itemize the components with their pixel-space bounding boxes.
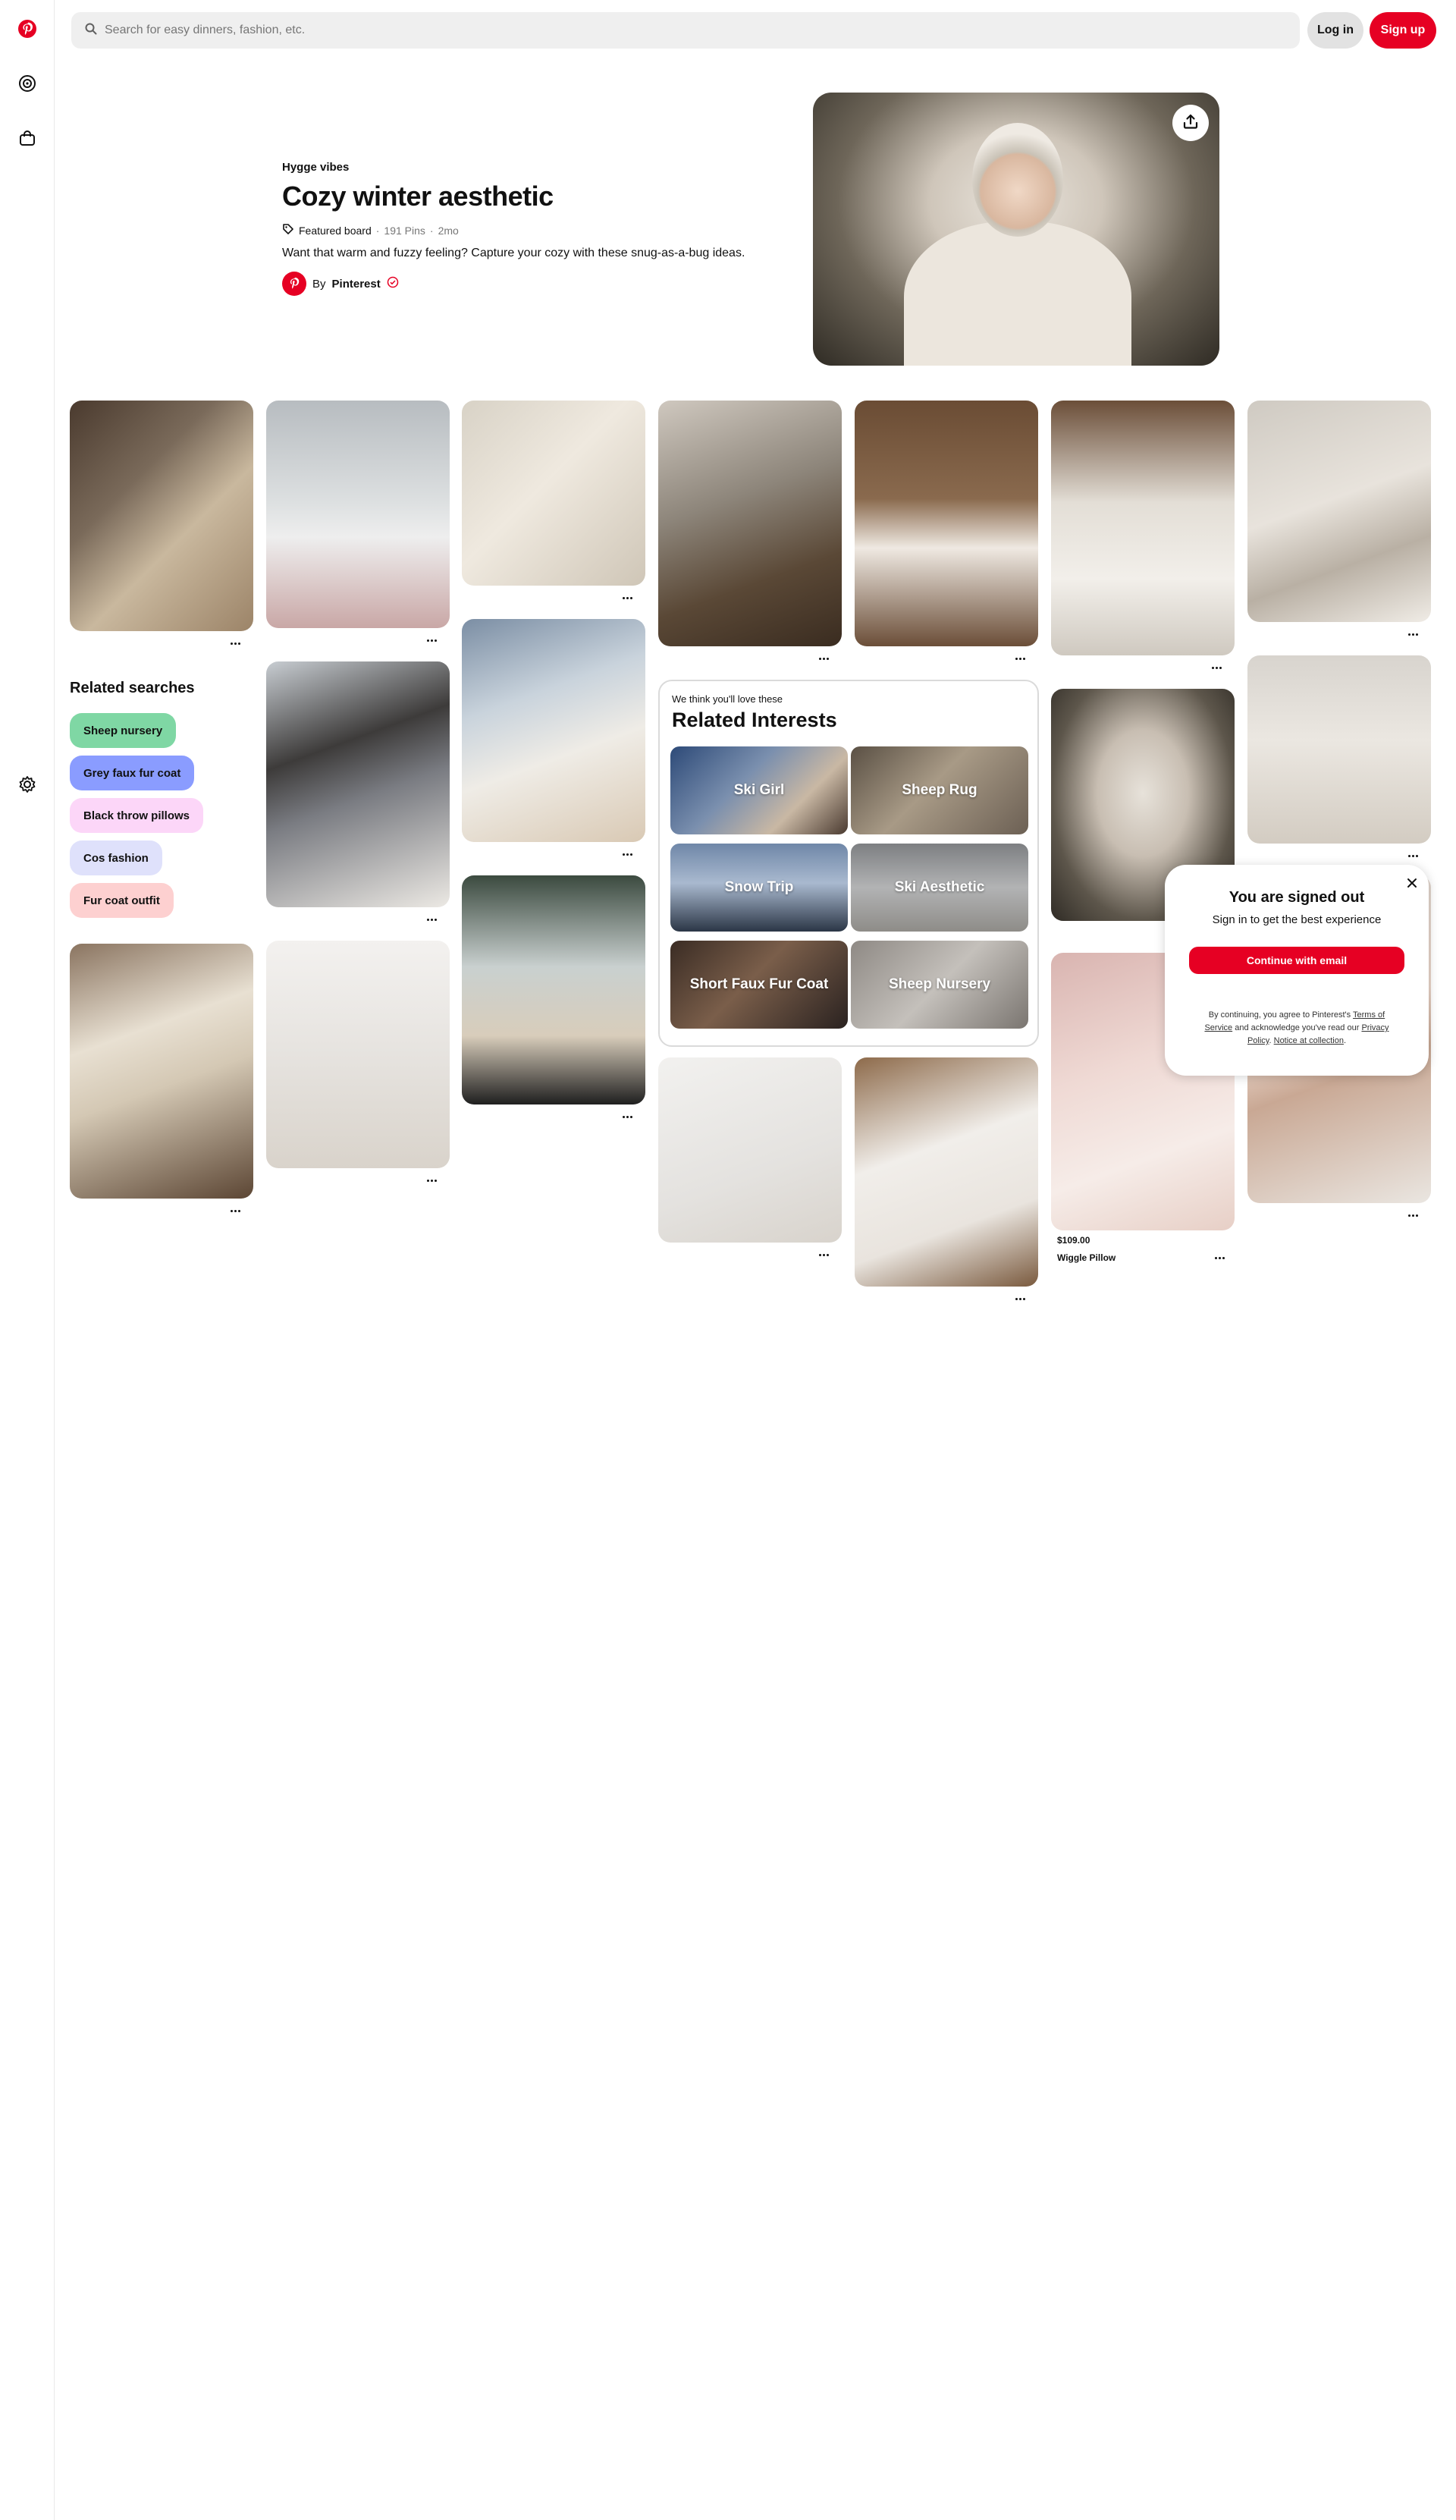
related-search-chip[interactable]: Black throw pillows — [70, 798, 204, 833]
left-sidebar — [0, 0, 55, 2520]
interest-tile-label: Ski Aesthetic — [894, 879, 985, 895]
pin-count: 191 Pins — [384, 224, 425, 237]
more-options-icon[interactable] — [1011, 1294, 1029, 1303]
verified-icon — [387, 276, 399, 291]
legal-text: and acknowledge you've read our — [1235, 1023, 1360, 1032]
meta-separator: · — [429, 224, 434, 237]
pin-image[interactable] — [266, 401, 450, 628]
share-icon — [1181, 112, 1200, 134]
board-age: 2mo — [438, 224, 459, 237]
board-title: Cozy winter aesthetic — [282, 181, 554, 212]
share-button[interactable] — [1172, 105, 1209, 141]
more-options-icon[interactable] — [1404, 851, 1422, 860]
pin-image[interactable] — [1051, 401, 1235, 655]
pinterest-logo-icon[interactable] — [15, 17, 39, 41]
related-search-chip[interactable]: Grey faux fur coat — [70, 756, 195, 790]
owner-avatar[interactable] — [282, 272, 306, 296]
interest-tile-ski-girl[interactable]: Ski Girl — [670, 746, 848, 834]
more-options-icon[interactable] — [422, 915, 441, 924]
more-options-icon[interactable] — [618, 593, 636, 602]
meta-separator: · — [375, 224, 380, 237]
board-owner[interactable]: By Pinterest — [282, 272, 399, 296]
interest-tile-label: Snow Trip — [724, 879, 794, 895]
settings-icon[interactable] — [15, 772, 39, 797]
interest-tile-short-faux-fur-coat[interactable]: Short Faux Fur Coat — [670, 941, 848, 1029]
related-interests-title: Related Interests — [672, 709, 837, 731]
more-options-icon[interactable] — [422, 1176, 441, 1185]
more-options-icon[interactable] — [618, 850, 636, 859]
cover-figure-coat — [904, 222, 1131, 366]
more-options-icon[interactable] — [1207, 663, 1225, 672]
more-options-icon[interactable] — [1011, 654, 1029, 663]
interest-tile-label: Sheep Nursery — [888, 976, 991, 992]
cover-figure-face — [972, 123, 1063, 237]
by-label: By — [312, 277, 326, 291]
search-icon — [85, 23, 97, 39]
pin-image[interactable] — [1247, 401, 1431, 622]
interest-tile-sheep-nursery[interactable]: Sheep Nursery — [851, 941, 1028, 1029]
pin-image[interactable] — [462, 619, 645, 842]
interest-tile-ski-aesthetic[interactable]: Ski Aesthetic — [851, 844, 1028, 932]
more-options-icon[interactable] — [814, 1250, 833, 1259]
shop-icon[interactable] — [15, 126, 39, 150]
pin-image[interactable] — [658, 401, 842, 646]
more-options-icon[interactable] — [226, 639, 244, 648]
legal-text: By continuing, you agree to Pinterest's — [1208, 1010, 1351, 1020]
popup-legal-text: By continuing, you agree to Pinterest's … — [1197, 1009, 1397, 1048]
more-options-icon[interactable] — [814, 654, 833, 663]
board-cover-image[interactable] — [813, 93, 1219, 366]
search-input[interactable] — [105, 24, 1300, 37]
more-options-icon[interactable] — [1404, 630, 1422, 639]
interest-tile-label: Sheep Rug — [902, 782, 977, 798]
product-title[interactable]: Wiggle Pillow — [1057, 1252, 1116, 1263]
pin-image[interactable] — [266, 661, 450, 907]
related-search-chip[interactable]: Sheep nursery — [70, 713, 177, 748]
owner-name[interactable]: Pinterest — [332, 278, 381, 291]
board-kicker: Hygge vibes — [282, 161, 350, 174]
related-interests-subtitle: We think you'll love these — [672, 693, 783, 705]
related-search-chip[interactable]: Cos fashion — [70, 841, 162, 875]
popup-title: You are signed out — [1228, 889, 1365, 906]
tag-icon — [282, 223, 294, 237]
interest-tile-label: Short Faux Fur Coat — [689, 976, 829, 992]
login-button[interactable]: Log in — [1307, 12, 1363, 49]
legal-text: . — [1269, 1036, 1272, 1045]
search-bar[interactable] — [71, 12, 1300, 49]
related-searches-title: Related searches — [70, 680, 195, 696]
notice-at-collection-link[interactable]: Notice at collection — [1274, 1036, 1344, 1045]
featured-board-label: Featured board — [299, 224, 372, 237]
more-options-icon[interactable] — [226, 1206, 244, 1215]
board-meta: Featured board · 191 Pins · 2mo — [282, 223, 459, 237]
product-price: $109.00 — [1057, 1235, 1090, 1246]
pin-image[interactable] — [855, 401, 1038, 646]
more-options-icon[interactable] — [1210, 1253, 1228, 1262]
interest-tile-sheep-rug[interactable]: Sheep Rug — [851, 746, 1028, 834]
pin-image[interactable] — [658, 1057, 842, 1243]
more-options-icon[interactable] — [422, 636, 441, 645]
popup-subtitle: Sign in to get the best experience — [1212, 913, 1382, 926]
related-search-chip[interactable]: Fur coat outfit — [70, 883, 174, 918]
pin-image[interactable] — [266, 941, 450, 1168]
pin-image[interactable] — [1247, 655, 1431, 844]
explore-icon[interactable] — [15, 71, 39, 96]
more-options-icon[interactable] — [618, 1112, 636, 1121]
pin-image[interactable] — [855, 1057, 1038, 1287]
pin-image[interactable] — [70, 401, 253, 631]
legal-text: . — [1343, 1036, 1347, 1045]
pin-image[interactable] — [462, 401, 645, 586]
more-options-icon[interactable] — [1404, 1211, 1422, 1220]
interest-tile-label: Ski Girl — [733, 782, 785, 798]
signup-button[interactable]: Sign up — [1370, 12, 1436, 49]
board-description: Want that warm and fuzzy feeling? Captur… — [282, 247, 745, 259]
continue-with-email-button[interactable]: Continue with email — [1189, 947, 1404, 974]
pin-image[interactable] — [462, 875, 645, 1104]
interest-tile-snow-trip[interactable]: Snow Trip — [670, 844, 848, 932]
pin-image[interactable] — [70, 944, 253, 1199]
